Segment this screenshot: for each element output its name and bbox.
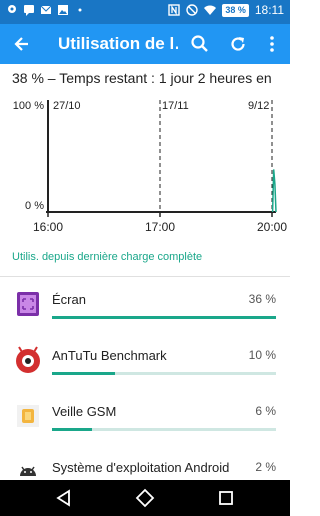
list-item[interactable]: Écran 36 % xyxy=(0,280,290,336)
more-vert-icon[interactable] xyxy=(262,34,282,54)
divider xyxy=(0,276,290,277)
x-tick-label: 20:00 xyxy=(257,220,287,234)
dots-icon xyxy=(78,8,82,12)
search-icon[interactable] xyxy=(190,34,210,54)
x-tick-label: 16:00 xyxy=(33,220,63,234)
refresh-icon[interactable] xyxy=(228,34,248,54)
usage-percent: 36 % xyxy=(248,292,276,306)
recent-apps-icon[interactable] xyxy=(216,488,236,508)
date-marker-label: 9/12 xyxy=(248,100,269,112)
back-arrow-icon[interactable] xyxy=(12,34,32,54)
usage-bar xyxy=(52,316,276,319)
maps-pin-icon xyxy=(8,5,16,13)
date-marker-label: 17/11 xyxy=(162,100,189,112)
y-tick-label: 0 % xyxy=(25,200,44,212)
image-icon xyxy=(58,5,68,15)
wifi-icon xyxy=(204,5,217,15)
battery-chart: 100 % 0 % 27/10 17/11 9/12 16:00 17:00 20:00 xyxy=(0,90,290,240)
usage-bar-fill xyxy=(52,316,276,319)
usage-percent: 2 % xyxy=(255,460,276,474)
app-bar: Utilisation de l… xyxy=(0,24,290,64)
antutu-icon xyxy=(16,346,40,373)
usage-bar-fill xyxy=(52,428,93,431)
app-name: Système d'exploitation Android xyxy=(52,460,230,475)
list-item[interactable]: Veille GSM 6 % xyxy=(0,392,290,448)
status-time: 18:11 xyxy=(254,3,284,17)
app-name: Écran xyxy=(52,292,86,307)
status-bar: 38 % 18:11 xyxy=(0,0,290,24)
app-name: AnTuTu Benchmark xyxy=(52,348,167,363)
battery-icon: 38 % xyxy=(222,3,249,17)
battery-level-line xyxy=(271,169,277,213)
usage-percent: 6 % xyxy=(255,404,276,418)
list-item[interactable]: AnTuTu Benchmark 10 % xyxy=(0,336,290,392)
remaining-time-text: 38 % – Temps restant : 1 jour 2 heures e… xyxy=(12,70,272,86)
x-tick-label: 17:00 xyxy=(145,220,175,234)
mail-icon xyxy=(40,5,52,14)
app-name: Veille GSM xyxy=(52,404,117,419)
sms-icon xyxy=(24,5,34,16)
do-not-disturb-icon xyxy=(186,4,199,16)
screen-icon xyxy=(17,292,39,316)
nfc-icon xyxy=(168,4,181,16)
home-icon[interactable] xyxy=(135,488,155,508)
back-icon[interactable] xyxy=(54,488,74,508)
page-title: Utilisation de l… xyxy=(58,34,178,53)
section-header: Utilis. depuis dernière charge complète xyxy=(12,251,203,263)
date-marker-label: 27/10 xyxy=(53,100,81,112)
navigation-bar xyxy=(0,480,290,516)
usage-bar-fill xyxy=(52,372,115,375)
usage-bar xyxy=(52,372,276,375)
usage-bar xyxy=(52,428,276,431)
y-tick-label: 100 % xyxy=(13,100,44,112)
sim-card-icon xyxy=(17,405,39,427)
usage-percent: 10 % xyxy=(248,348,276,362)
battery-chart-svg: 100 % 0 % 27/10 17/11 9/12 16:00 17:00 20:00 xyxy=(13,100,287,234)
